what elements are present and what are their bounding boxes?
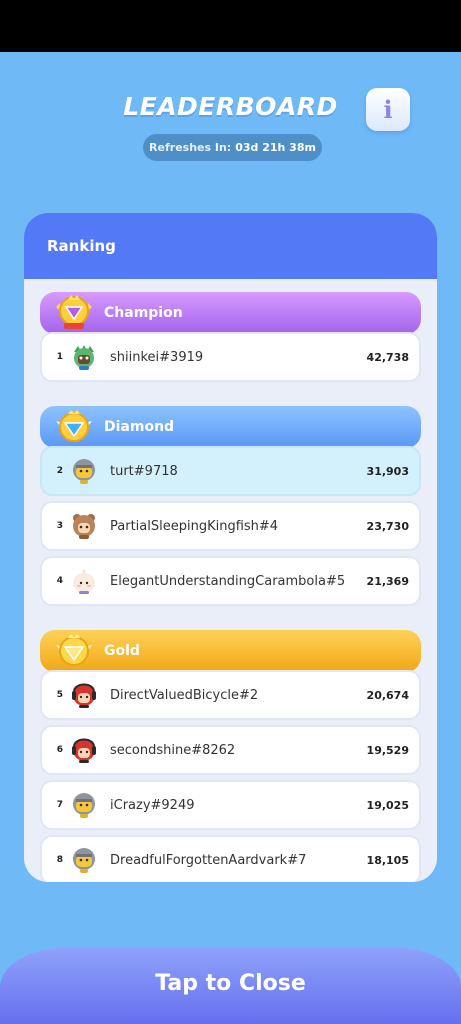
row-rank: 3	[56, 521, 63, 531]
red-hair-headphones-avatar	[72, 683, 96, 708]
status-bar	[0, 0, 461, 52]
row-rank: 8	[56, 855, 63, 865]
info-button[interactable]: i	[366, 88, 410, 131]
leaderboard-row[interactable]: 4 ElegantUnderstandingCarambola#5 21,369	[40, 556, 421, 606]
player-name: turt#9718	[110, 463, 178, 479]
ranking-header: Ranking	[24, 213, 437, 279]
row-rank: 4	[56, 576, 63, 586]
player-name: ElegantUnderstandingCarambola#5	[110, 573, 346, 589]
leaderboard-row[interactable]: 5 DirectValuedBicycle#2 20,674	[40, 670, 421, 720]
row-rank: 7	[56, 800, 63, 810]
winged-diamond-icon	[56, 410, 92, 442]
tier-banner-diamond: Diamond	[40, 406, 421, 448]
knight-helmet-avatar	[73, 793, 95, 818]
tier-name-diamond: Diamond	[104, 419, 175, 435]
leaderboard-row[interactable]: 8 DreadfulForgottenAardvark#7 18,105	[40, 835, 421, 882]
ranking-panel: Ranking Champion 1 shiinkei#3919 42,738 …	[24, 213, 437, 882]
leaderboard-row[interactable]: 1 shiinkei#3919 42,738	[40, 332, 421, 382]
player-name: DirectValuedBicycle#2	[110, 687, 259, 703]
info-icon: i	[383, 95, 393, 124]
row-rank: 6	[56, 745, 63, 755]
tier-name-champion: Champion	[104, 305, 183, 321]
tier-name-gold: Gold	[104, 643, 140, 659]
refresh-timer: Refreshes In: 03d 21h 38m	[143, 134, 322, 161]
refresh-countdown: 03d 21h 38m	[235, 141, 316, 154]
player-score: 31,903	[366, 464, 409, 478]
leaderboard-row[interactable]: 7 iCrazy#9249 19,025	[40, 780, 421, 830]
tier-banner-gold: Gold	[40, 630, 421, 672]
leaderboard-row[interactable]: 6 secondshine#8262 19,529	[40, 725, 421, 775]
knight-helmet-avatar	[73, 459, 95, 484]
row-rank: 1	[56, 352, 63, 362]
player-name: PartialSleepingKingfish#4	[110, 518, 279, 534]
row-rank: 2	[56, 466, 63, 476]
tap-to-close-button[interactable]: Tap to Close	[0, 947, 461, 1024]
player-name: secondshine#8262	[110, 742, 236, 758]
tier-banner-champion: Champion	[40, 292, 421, 334]
winged-gold-gem-icon	[56, 634, 92, 666]
leaderboard-row[interactable]: 2 turt#9718 31,903	[40, 446, 421, 496]
player-score: 19,529	[366, 743, 409, 757]
player-score: 18,105	[366, 853, 409, 867]
leaderboard-row[interactable]: 3 PartialSleepingKingfish#4 23,730	[40, 501, 421, 551]
green-monster-avatar	[74, 345, 94, 370]
player-score: 42,738	[366, 350, 409, 364]
player-score: 23,730	[366, 519, 409, 533]
dumpling-avatar	[73, 569, 95, 594]
refresh-label: Refreshes In:	[149, 141, 232, 154]
ranking-list[interactable]: Champion 1 shiinkei#3919 42,738 Diamond …	[24, 279, 437, 882]
trophy-gem-icon	[56, 295, 92, 329]
row-rank: 5	[56, 690, 63, 700]
close-label: Tap to Close	[155, 971, 306, 996]
ranking-title: Ranking	[47, 237, 116, 255]
player-score: 20,674	[366, 688, 409, 702]
knight-helmet-avatar	[73, 848, 95, 873]
red-hair-headphones-avatar	[72, 738, 96, 763]
player-score: 19,025	[366, 798, 409, 812]
bear-hood-avatar	[73, 514, 95, 539]
player-score: 21,369	[366, 574, 409, 588]
player-name: shiinkei#3919	[110, 349, 204, 365]
player-name: DreadfulForgottenAardvark#7	[110, 852, 307, 868]
player-name: iCrazy#9249	[110, 797, 195, 813]
